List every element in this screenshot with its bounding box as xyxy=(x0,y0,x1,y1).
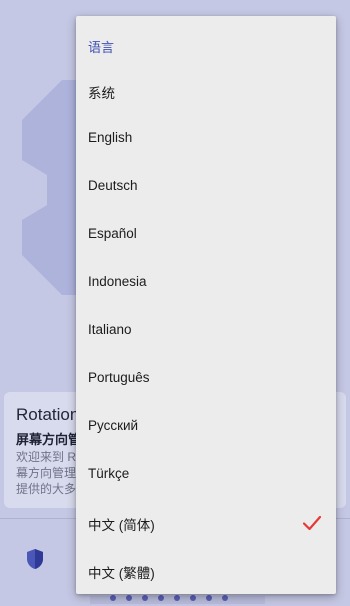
card-body-line: 欢迎来到 R xyxy=(16,450,77,464)
menu-item-chinese-traditional[interactable]: 中文 (繁體) xyxy=(76,547,336,595)
menu-item-label: Italiano xyxy=(88,322,132,337)
menu-item-chinese-simplified[interactable]: 中文 (简体) xyxy=(76,499,336,547)
menu-item-russian[interactable]: Русский xyxy=(76,403,336,451)
menu-item-label: Deutsch xyxy=(88,178,138,193)
menu-item-indonesia[interactable]: Indonesia xyxy=(76,259,336,307)
menu-item-label: 中文 (繁體) xyxy=(88,566,155,581)
menu-item-label: Türkçe xyxy=(88,466,130,481)
menu-item-system[interactable]: 系统 xyxy=(76,67,336,115)
page-dot xyxy=(158,595,164,601)
menu-item-label: Español xyxy=(88,226,137,241)
language-menu: 语言 系统 English Deutsch Español Indonesia … xyxy=(76,16,336,594)
page-dot xyxy=(206,595,212,601)
page-dot xyxy=(110,595,116,601)
menu-item-label: Русский xyxy=(88,418,139,433)
page-dot xyxy=(190,595,196,601)
page-dot xyxy=(142,595,148,601)
card-body: 欢迎来到 R 幕方向管理 提供的大多 xyxy=(16,449,78,497)
menu-item-label: 系统 xyxy=(88,86,115,101)
page-dot xyxy=(126,595,132,601)
menu-header: 语言 xyxy=(88,40,115,55)
menu-item-italiano[interactable]: Italiano xyxy=(76,307,336,355)
card-body-line: 提供的大多 xyxy=(16,482,77,496)
menu-item-deutsch[interactable]: Deutsch xyxy=(76,163,336,211)
page-dot xyxy=(222,595,228,601)
card-subtitle: 屏幕方向管 xyxy=(16,432,78,447)
menu-item-turkce[interactable]: Türkçe xyxy=(76,451,336,499)
menu-item-portugues[interactable]: Português xyxy=(76,355,336,403)
menu-item-espanol[interactable]: Español xyxy=(76,211,336,259)
check-icon xyxy=(302,515,322,531)
card-body-line: 幕方向管理 xyxy=(16,466,77,480)
menu-item-english[interactable]: English xyxy=(76,115,336,163)
menu-item-label: 中文 (简体) xyxy=(88,518,155,533)
menu-item-label: Indonesia xyxy=(88,274,147,289)
shield-icon[interactable] xyxy=(25,548,45,570)
page-dot xyxy=(174,595,180,601)
menu-item-label: English xyxy=(88,130,133,145)
menu-item-label: Português xyxy=(88,370,150,385)
card-title: Rotation xyxy=(16,405,76,424)
